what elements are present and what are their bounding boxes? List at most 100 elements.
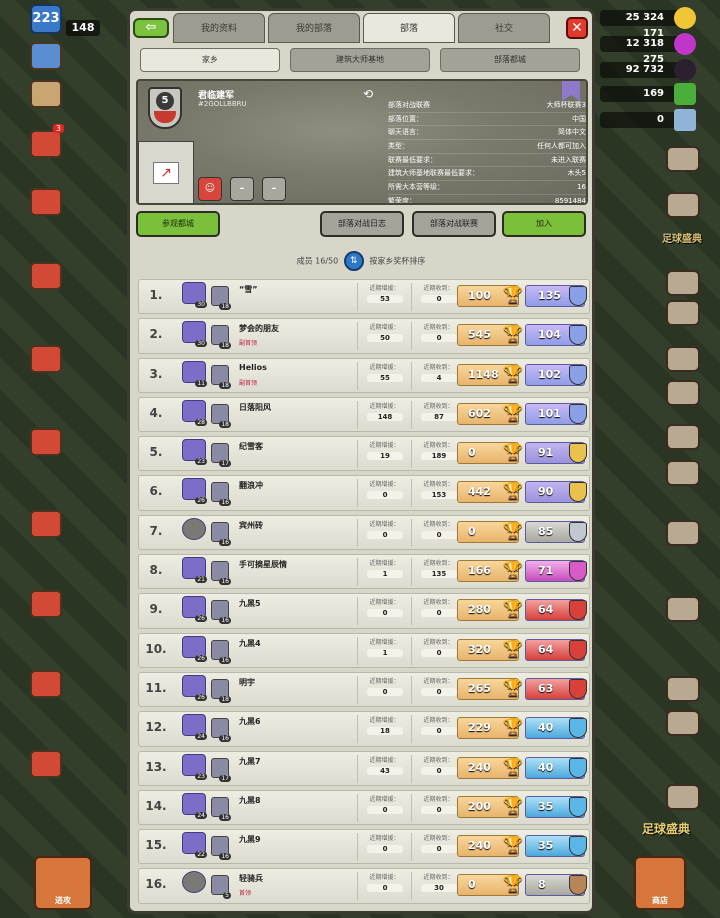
- tab-clans[interactable]: 部落: [363, 13, 455, 43]
- member-row[interactable]: 16. 5 轻骑兵 首领 近期增援： 0 近期收到： 30 0 🏆 8: [138, 868, 590, 904]
- tab-social[interactable]: 社交: [458, 13, 550, 43]
- empty-slot-icon: –: [230, 177, 254, 201]
- right-icon[interactable]: [666, 300, 700, 326]
- clan-property: 繁荣度： 8591484: [388, 195, 586, 203]
- war-icon[interactable]: [30, 188, 62, 216]
- builder-icon[interactable]: [30, 42, 62, 70]
- right-icon[interactable]: [666, 424, 700, 450]
- right-icon[interactable]: [666, 710, 700, 736]
- dark-elixir-value: 92 732: [625, 64, 664, 75]
- war-icon[interactable]: [30, 345, 62, 373]
- war-icon[interactable]: [30, 428, 62, 456]
- league-shield-icon: [569, 678, 587, 699]
- war-league-button[interactable]: 部落对战联赛: [412, 211, 496, 237]
- right-icon[interactable]: [666, 596, 700, 622]
- trophy-icon: 🏆: [503, 835, 523, 855]
- news-icon[interactable]: [30, 80, 62, 108]
- clan-property: 聊天语言： 简体中文: [388, 126, 586, 141]
- stats-chart-icon: ↗: [153, 162, 179, 184]
- member-role: 首领: [239, 890, 252, 898]
- share-icon[interactable]: ⟲: [363, 87, 373, 101]
- builder-trophy-bar: 0 🏆: [457, 874, 523, 897]
- join-button[interactable]: 加入: [502, 211, 586, 237]
- right-icon[interactable]: [666, 784, 700, 810]
- war-icon[interactable]: [30, 750, 62, 778]
- right-icon[interactable]: [666, 676, 700, 702]
- clan-tag[interactable]: #2GOLLBBRU: [198, 100, 247, 108]
- clan-badge: 5: [148, 87, 182, 129]
- event-label[interactable]: 足球盛典: [662, 230, 702, 245]
- sort-button[interactable]: ⇅: [343, 251, 364, 271]
- member-row[interactable]: 6. 26 16 翻浪冲 近期增援： 0 近期收到： 153 442 🏆 90: [138, 475, 590, 511]
- member-name: 九黑9: [239, 835, 261, 845]
- event-label[interactable]: 足球盛典: [642, 820, 690, 837]
- town-hall-icon: 26: [182, 674, 207, 701]
- trophy-bar: 104: [525, 324, 587, 347]
- base-subtabs: 家乡 建筑大师基地 部落都城: [140, 48, 587, 72]
- subtab-clan-capital[interactable]: 部落都城: [440, 48, 580, 72]
- shop-button[interactable]: 商店: [634, 856, 686, 910]
- member-row[interactable]: 14. 24 16 九黑8 近期增援： 0 近期收到： 0 200 🏆 35: [138, 789, 590, 826]
- trophy-icon: 🏆: [503, 481, 523, 501]
- member-row[interactable]: 1. 30 18 “雪” 近期增援： 53 近期收到： 0 100 🏆 135: [138, 279, 590, 315]
- subtab-home-village[interactable]: 家乡: [140, 48, 280, 72]
- visit-capital-button[interactable]: 参观都城: [136, 211, 220, 237]
- subtab-builder-base[interactable]: 建筑大师基地: [290, 48, 430, 72]
- dark-elixir-icon: [674, 59, 696, 81]
- member-row[interactable]: 12. 24 16 九黑6 近期增援： 18 近期收到： 0 229 🏆 40: [138, 711, 590, 747]
- donated-stat: 近期增援： 18: [357, 715, 411, 744]
- war-icon[interactable]: [30, 590, 62, 618]
- town-hall-icon: 24: [182, 792, 207, 819]
- chat-icon[interactable]: 3: [30, 124, 64, 158]
- right-icon[interactable]: [666, 520, 700, 546]
- player-level-badge[interactable]: 223: [30, 4, 62, 34]
- member-row[interactable]: 8. 21 16 手可摘星辰情 近期增援： 1 近期收到： 135 166 🏆 71: [138, 554, 590, 590]
- player-trophies-badge[interactable]: 148: [66, 20, 100, 36]
- war-icon[interactable]: [30, 262, 62, 290]
- builder-trophy-bar: 200 🏆: [457, 795, 523, 818]
- clan-war-badge[interactable]: ☺: [198, 177, 222, 201]
- war-icon[interactable]: [30, 510, 62, 538]
- attack-button[interactable]: 进攻: [34, 856, 92, 910]
- close-button[interactable]: ✕: [566, 17, 588, 39]
- tab-my-clan[interactable]: 我的部落: [268, 13, 360, 43]
- trophy-bar: 85: [525, 520, 587, 543]
- member-row[interactable]: 5. 23 17 纪雪客 近期增援： 19 近期收到： 189 0 🏆 91: [138, 436, 590, 472]
- member-rank: 10.: [145, 641, 167, 656]
- trophy-bar: 71: [525, 560, 587, 583]
- exp-level: 24: [195, 733, 207, 741]
- right-icon[interactable]: [666, 146, 700, 172]
- trophy-bar: 135: [525, 285, 587, 307]
- builder-hall-icon: 16: [211, 600, 231, 625]
- gems-value: 0: [657, 114, 664, 125]
- member-row[interactable]: 10. 26 16 九黑4 近期增援： 1 近期收到： 0 320 🏆 64: [138, 632, 590, 668]
- member-row[interactable]: 11. 26 18 明宇 近期增援： 0 近期收到： 0 265 🏆 63: [138, 671, 590, 708]
- member-rank: 14.: [145, 798, 167, 813]
- right-icon[interactable]: [666, 346, 700, 372]
- right-icon[interactable]: [666, 380, 700, 406]
- builder-trophy-bar: 229 🏆: [457, 717, 523, 740]
- builder-trophy-bar: 100 🏆: [457, 285, 523, 307]
- right-icon[interactable]: [666, 460, 700, 486]
- builder-trophy-bar: 442 🏆: [457, 481, 523, 504]
- member-row[interactable]: 7. 16 宾州砖 近期增援： 0 近期收到： 0 0 🏆 85: [138, 514, 590, 551]
- trophy-bar: 35: [525, 835, 587, 858]
- trophy-icon: 🏆: [503, 363, 523, 383]
- trophy-bar: 64: [525, 599, 587, 622]
- right-icon[interactable]: [666, 270, 700, 296]
- member-row[interactable]: 2. 30 18 梦会的朋友 副首领 近期增援： 50 近期收到： 0 545 🏆 104: [138, 318, 590, 354]
- town-hall-level: 16: [219, 617, 231, 625]
- member-row[interactable]: 15. 22 16 九黑9 近期增援： 0 近期收到： 0 240 🏆 35: [138, 829, 590, 865]
- clan-stats-box[interactable]: ↗: [138, 141, 194, 203]
- member-row[interactable]: 4. 28 18 日落阳风 近期增援： 148 近期收到： 87 602 🏆 101: [138, 396, 590, 433]
- member-row[interactable]: 13. 23 17 九黑7 近期增援： 43 近期收到： 0 240 🏆 40: [138, 750, 590, 786]
- war-log-button[interactable]: 部落对战日志: [320, 211, 404, 237]
- war-icon[interactable]: [30, 670, 62, 698]
- right-icon[interactable]: [666, 192, 700, 218]
- town-hall-icon: [182, 517, 206, 540]
- member-row[interactable]: 9. 26 16 九黑5 近期增援： 0 近期收到： 0 280 🏆 64: [138, 593, 590, 629]
- tab-my-profile[interactable]: 我的资料: [173, 13, 265, 43]
- league-shield-icon: [569, 521, 587, 542]
- member-row[interactable]: 3. 11 18 Helios 副首领 近期增援： 55 近期收到： 4 1148 🏆 102: [138, 357, 590, 393]
- back-button[interactable]: ⇦: [133, 18, 169, 38]
